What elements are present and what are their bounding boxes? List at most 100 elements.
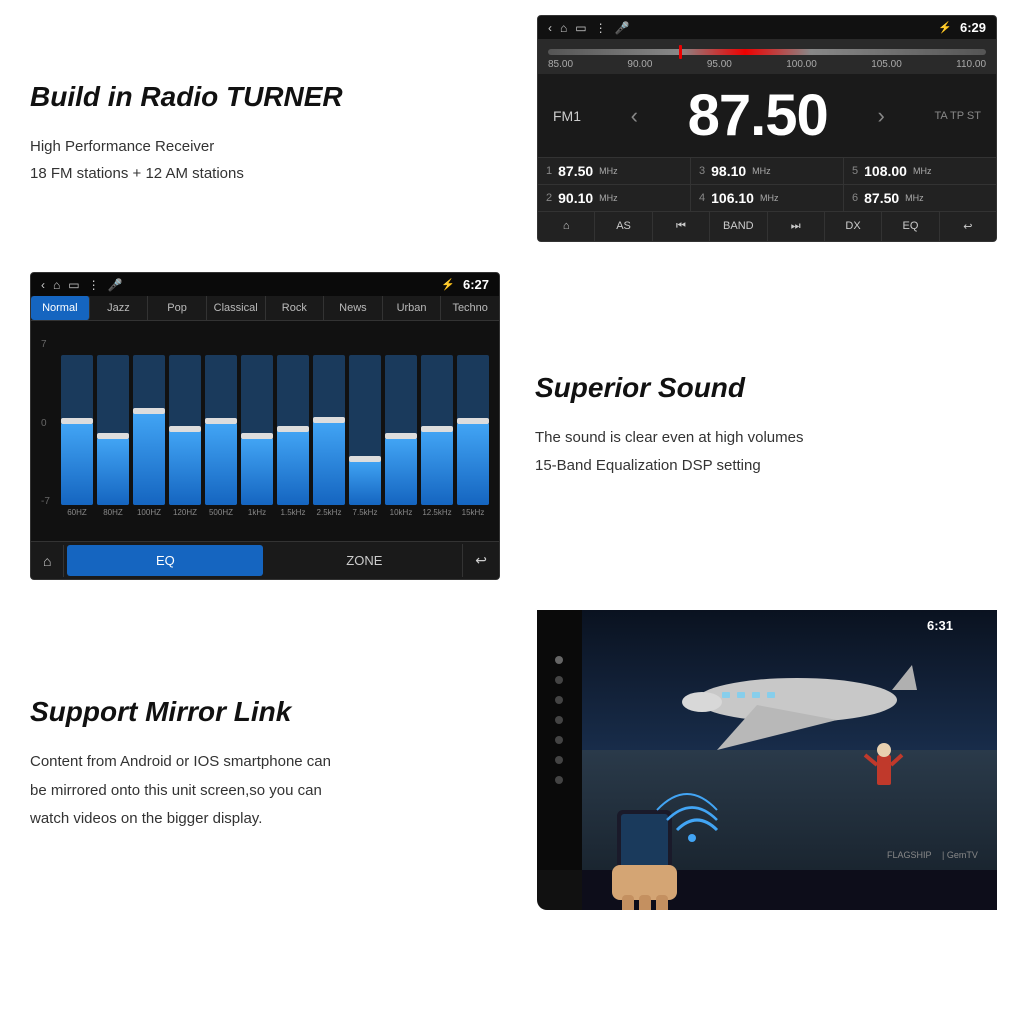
eq-track-120hz[interactable] [169,355,201,505]
eq-menu-icon[interactable]: ⋮ [88,278,100,292]
eq-preset-urban[interactable]: Urban [383,296,442,320]
eq-track-500hz[interactable] [205,355,237,505]
eq-eq-button[interactable]: EQ [67,545,263,576]
freq-next-button[interactable]: › [878,103,885,129]
eq-preset-classical[interactable]: Classical [207,296,266,320]
radio-freq-bar: 85.00 90.00 95.00 100.00 105.00 110.00 [538,39,996,74]
radio-eq-button[interactable]: EQ [882,212,939,241]
eq-track-10khz[interactable] [385,355,417,505]
eq-zone-button[interactable]: ZONE [266,545,462,576]
eq-thumb-1khz[interactable] [241,433,273,439]
eq-status-bar: ‹ ⌂ ▭ ⋮ 🎤 ⚡ 6:27 [31,273,499,296]
eq-thumb-100hz[interactable] [133,408,165,414]
radio-dx-button[interactable]: DX [825,212,882,241]
eq-track-12-5khz[interactable] [421,355,453,505]
eq-thumb-80hz[interactable] [97,433,129,439]
radio-frequency: 87.50 [688,82,828,149]
eq-thumb-120hz[interactable] [169,426,201,432]
radio-ta-labels: TA TP ST [935,110,981,122]
screen-time-text: 6:31 [927,618,953,633]
preset-4[interactable]: 4 106.10 MHz [691,185,843,211]
sound-feature2: 15-Band Equalization DSP setting [535,452,994,481]
eq-band-60hz: 60HZ [61,347,93,517]
freq-label-100: 100.00 [786,59,817,70]
eq-thumb-10khz[interactable] [385,433,417,439]
eq-label-500hz: 500HZ [209,508,233,517]
finger1 [622,895,634,910]
eq-home-icon[interactable]: ⌂ [53,278,60,292]
eq-thumb-500hz[interactable] [205,418,237,424]
mic-icon[interactable]: 🎤 [615,21,630,35]
eq-fill-100hz [133,412,165,505]
eq-back-icon[interactable]: ‹ [41,278,45,292]
radio-home-button[interactable]: ⌂ [538,212,595,241]
freq-prev-button[interactable]: ‹ [631,103,638,129]
eq-track-100hz[interactable] [133,355,165,505]
eq-label-100hz: 100HZ [137,508,161,517]
eq-track-60hz[interactable] [61,355,93,505]
mirror-image-container: 6:31 FLAGSHIP [515,595,1024,925]
eq-track-1-5khz[interactable] [277,355,309,505]
eq-back-button[interactable]: ↩ [462,544,499,577]
eq-presets-row: Normal Jazz Pop Classical Rock News Urba… [31,296,499,321]
status-icons: ‹ ⌂ ▭ ⋮ 🎤 [548,21,630,35]
preset-6[interactable]: 6 87.50 MHz [844,185,996,211]
eq-thumb-2-5khz[interactable] [313,417,345,423]
radio-as-button[interactable]: AS [595,212,652,241]
eq-bars-container: 7 0 -7 60HZ [31,321,499,541]
eq-fill-1khz [241,438,273,506]
sidebar-dot-4 [555,716,563,724]
sidebar-dot-3 [555,696,563,704]
preset-5[interactable]: 5 108.00 MHz [844,158,996,184]
window-icon[interactable]: ▭ [575,21,586,35]
radio-back-button[interactable]: ↩ [940,212,996,241]
status-right: ⚡ 6:29 [938,20,986,35]
sidebar-dot-1 [555,656,563,664]
back-icon[interactable]: ‹ [548,21,552,35]
eq-label-2-5khz: 2.5kHz [317,508,342,517]
radio-band-button[interactable]: BAND [710,212,767,241]
eq-preset-news[interactable]: News [324,296,383,320]
eq-track-7-5khz[interactable] [349,355,381,505]
preset-1[interactable]: 1 87.50 MHz [538,158,690,184]
mirror-desc-line1: Content from Android or IOS smartphone c… [30,748,495,777]
freq-label-105: 105.00 [871,59,902,70]
freq-needle [679,45,682,59]
menu-icon[interactable]: ⋮ [595,21,607,35]
eq-track-15khz[interactable] [457,355,489,505]
eq-mic-icon[interactable]: 🎤 [108,278,123,292]
eq-fill-120hz [169,430,201,505]
eq-track-2-5khz[interactable] [313,355,345,505]
eq-thumb-7-5khz[interactable] [349,456,381,462]
eq-track-1khz[interactable] [241,355,273,505]
eq-fill-7-5khz [349,460,381,505]
eq-thumb-15khz[interactable] [457,418,489,424]
eq-ui: ‹ ⌂ ▭ ⋮ 🎤 ⚡ 6:27 Normal Jazz Pop Classic… [30,272,500,580]
eq-preset-techno[interactable]: Techno [441,296,499,320]
eq-band-7-5khz: 7.5kHz [349,347,381,517]
home-icon[interactable]: ⌂ [560,21,567,35]
radio-next-button[interactable]: ⏭ [768,212,825,241]
eq-track-80hz[interactable] [97,355,129,505]
preset-2[interactable]: 2 90.10 MHz [538,185,690,211]
eq-thumb-12-5khz[interactable] [421,426,453,432]
eq-preset-rock[interactable]: Rock [266,296,325,320]
eq-preset-normal[interactable]: Normal [31,296,90,320]
mirror-device-svg: 6:31 FLAGSHIP [537,610,997,910]
eq-thumb-1-5khz[interactable] [277,426,309,432]
eq-band-2-5khz: 2.5kHz [313,347,345,517]
eq-home-button[interactable]: ⌂ [31,545,64,577]
eq-scale-neg7: -7 [41,496,57,507]
eq-preset-jazz[interactable]: Jazz [90,296,149,320]
eq-label-7-5khz: 7.5kHz [353,508,378,517]
radio-prev-button[interactable]: ⏮ [653,212,710,241]
eq-bluetooth-icon: ⚡ [441,278,455,291]
eq-bands: 60HZ 80HZ 100HZ [61,329,489,537]
eq-thumb-60hz[interactable] [61,418,93,424]
eq-window-icon[interactable]: ▭ [68,278,79,292]
eq-preset-pop[interactable]: Pop [148,296,207,320]
eq-fill-15khz [457,423,489,506]
eq-time: 6:27 [463,277,489,292]
eq-band-1khz: 1kHz [241,347,273,517]
preset-3[interactable]: 3 98.10 MHz [691,158,843,184]
